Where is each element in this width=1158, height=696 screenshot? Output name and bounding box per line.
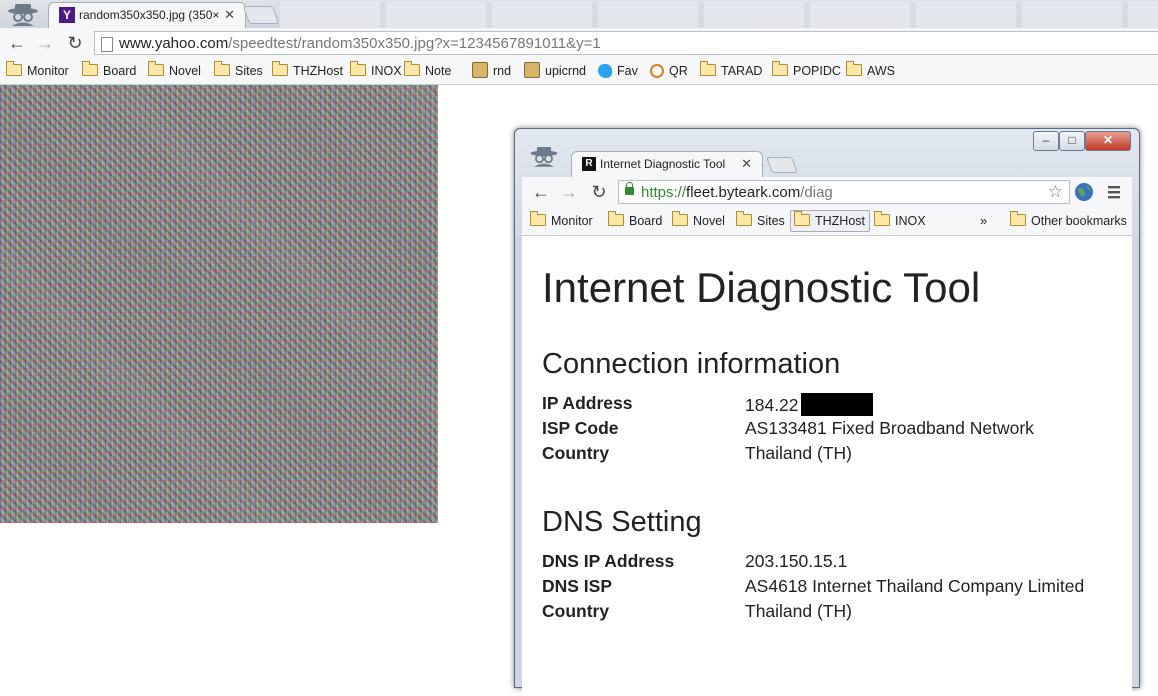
bookmark-rnd[interactable]: rnd [472,62,511,80]
new-tab-button[interactable] [766,157,798,173]
bookmark-star-icon[interactable]: ☆ [1048,182,1063,202]
globe-extension-icon[interactable] [1074,182,1094,202]
bookmark-aws[interactable]: AWS [846,61,895,80]
bookmark-board[interactable]: Board [608,211,662,230]
bookmark-tarad[interactable]: TARAD [700,61,762,80]
folder-icon [82,61,98,76]
outer-tab-strip: Y random350x350.jpg (350× ✕ [0,0,1158,28]
folder-icon [874,211,890,226]
minimize-button[interactable]: – [1033,131,1059,151]
bookmark-popidc[interactable]: POPIDC [772,61,841,80]
folder-icon [272,61,288,76]
folder-icon [672,211,688,226]
qr-icon [650,64,664,78]
back-arrow-icon[interactable]: ← [530,181,552,203]
bookmark-sites[interactable]: Sites [736,211,785,230]
reload-icon[interactable]: ↻ [64,32,86,54]
close-tab-icon[interactable]: ✕ [224,7,235,23]
folder-icon [350,61,366,76]
folder-icon [1010,211,1026,226]
bookmark-inox[interactable]: INOX [874,211,926,230]
outer-toolbar: ← → ↻ www.yahoo.com/speedtest/random350x… [0,28,1158,59]
incognito-icon [8,4,38,26]
folder-icon [6,61,22,76]
folder-icon [736,211,752,226]
inner-toolbar: ← → ↻ https://fleet.byteark.com/diag ☆ [522,177,1132,207]
page-icon [101,37,113,52]
bookmark-note[interactable]: Note [404,61,451,80]
diagnostic-page: Internet Diagnostic Tool Connection info… [522,236,1132,696]
connection-heading: Connection information [542,348,841,380]
bookmark-upicrnd[interactable]: upicrnd [524,62,586,80]
bookmark-qr[interactable]: QR [650,62,688,80]
bookmark-novel[interactable]: Novel [148,61,201,80]
folder-icon [794,211,810,226]
folder-icon [404,61,420,76]
address-bar[interactable]: https://fleet.byteark.com/diag ☆ [618,180,1070,204]
bookmark-fav[interactable]: Fav [598,62,638,80]
outer-bookmarks-bar: Monitor Board Novel Sites THZHost INOX Note rnd… [0,58,1158,85]
other-bookmarks-folder[interactable]: Other bookmarks [1010,211,1127,230]
address-url: https://fleet.byteark.com/diag [641,184,833,201]
blurred-tabs [280,2,1158,28]
bookmark-inox[interactable]: INOX [350,61,402,80]
random-noise-image [0,85,438,523]
yahoo-favicon-icon: Y [59,7,75,23]
folder-icon [772,61,788,76]
byteark-favicon-icon: R [582,157,596,171]
diagnostic-browser-window: – □ ✕ R Internet Diagnostic Tool ✕ ← → ↻… [514,128,1140,696]
folder-icon [530,211,546,226]
address-bar[interactable]: www.yahoo.com/speedtest/random350x350.jp… [94,31,1158,55]
bookmark-thzhost[interactable]: THZHost [790,210,870,232]
forward-arrow-icon[interactable]: → [34,32,56,54]
bookmark-monitor[interactable]: Monitor [6,61,69,80]
folder-icon [148,61,164,76]
redaction-block [800,393,873,416]
tab-internet-diagnostic-tool[interactable]: R Internet Diagnostic Tool ✕ [571,151,763,177]
tab-title: random350x350.jpg (350× [79,8,219,22]
bookmark-novel[interactable]: Novel [672,211,725,230]
dns-heading: DNS Setting [542,506,702,538]
new-tab-button[interactable] [242,6,280,24]
bookmark-board[interactable]: Board [82,61,136,80]
bookmark-thzhost[interactable]: THZHost [272,61,343,80]
close-tab-icon[interactable]: ✕ [741,156,752,172]
folder-icon [214,61,230,76]
bookmark-monitor[interactable]: Monitor [530,211,593,230]
forward-arrow-icon[interactable]: → [558,181,580,203]
twitter-icon [598,64,612,78]
folder-icon [700,61,716,76]
back-arrow-icon[interactable]: ← [6,32,28,54]
page-icon [524,62,540,78]
tab-title: Internet Diagnostic Tool [600,157,726,171]
address-url: www.yahoo.com/speedtest/random350x350.jp… [119,35,601,52]
page-title: Internet Diagnostic Tool [542,264,981,311]
tab-random-image[interactable]: Y random350x350.jpg (350× ✕ [48,2,246,28]
close-window-button[interactable]: ✕ [1085,131,1131,151]
page-icon [472,62,488,78]
incognito-icon [530,147,558,167]
inner-bookmarks-bar: » Other bookmarks Monitor Board Novel Sites… [522,207,1132,236]
bookmarks-overflow-button[interactable]: » [980,212,987,230]
menu-icon[interactable] [1106,184,1122,200]
reload-icon[interactable]: ↻ [588,181,610,203]
lock-icon [625,182,634,195]
bookmark-sites[interactable]: Sites [214,61,263,80]
folder-icon [846,61,862,76]
maximize-button[interactable]: □ [1059,131,1085,151]
folder-icon [608,211,624,226]
